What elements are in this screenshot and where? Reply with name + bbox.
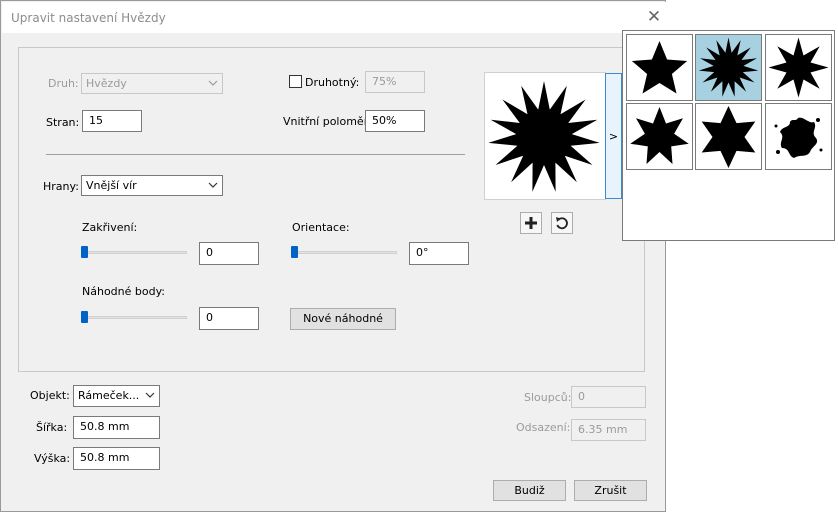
inner-radius-input[interactable]: 50% [365, 110, 425, 132]
height-label: Výška: [34, 452, 71, 465]
type-select[interactable]: Hvězdy [81, 73, 223, 94]
curvature-label: Zakřivení: [82, 221, 138, 234]
title-bar: Upravit nastavení Hvězdy ✕ [2, 2, 666, 33]
plus-icon [525, 217, 537, 229]
star-5-icon [631, 41, 688, 94]
cancel-button[interactable]: Zrušit [574, 480, 647, 501]
width-input[interactable]: 50.8 mm [73, 416, 160, 439]
gap-label: Odsazení: [516, 421, 571, 434]
preset-swirl-blob[interactable] [765, 103, 832, 170]
star-6-icon [701, 106, 756, 168]
ok-button[interactable]: Budiž [493, 480, 566, 501]
columns-label: Sloupců: [524, 391, 572, 404]
shape-preview [484, 72, 606, 200]
chevron-down-icon [145, 392, 155, 398]
close-icon[interactable]: ✕ [646, 8, 662, 26]
random-points-input[interactable]: 0 [199, 307, 259, 330]
star-8-icon [768, 37, 829, 98]
object-select[interactable]: Rámeček... [73, 385, 160, 407]
width-label: Šířka: [36, 421, 68, 434]
gap-input[interactable]: 6.35 mm [571, 419, 646, 441]
dialog-title: Upravit nastavení Hvězdy [11, 11, 166, 25]
sides-input[interactable]: 15 [82, 110, 142, 132]
type-select-value: Hvězdy [86, 77, 127, 90]
inner-radius-label: Vnitřní poloměr: [283, 115, 372, 128]
preset-palette [622, 30, 835, 241]
rotate-icon [556, 217, 568, 230]
swirl-blob-icon [774, 117, 823, 158]
height-input[interactable]: 50.8 mm [73, 447, 160, 470]
star-15-icon [698, 37, 759, 97]
preset-star-15[interactable] [695, 34, 762, 101]
random-points-label: Náhodné body: [82, 285, 165, 298]
orientation-label: Orientace: [292, 221, 350, 234]
curvature-input[interactable]: 0 [199, 242, 259, 265]
curvature-slider-thumb[interactable] [81, 246, 88, 258]
columns-input[interactable]: 0 [571, 386, 646, 408]
preset-star-6[interactable] [695, 103, 762, 170]
secondary-input[interactable]: 75% [365, 71, 425, 93]
reset-button[interactable] [551, 212, 573, 234]
edges-select-value: Vnější vír [86, 179, 137, 192]
chevron-down-icon [208, 182, 218, 188]
type-label: Druh: [48, 77, 79, 90]
chevron-down-icon [208, 80, 218, 86]
edges-select[interactable]: Vnější vír [81, 175, 223, 196]
orientation-slider-track[interactable] [292, 251, 397, 254]
preview-star-shape [488, 81, 600, 192]
secondary-label: Druhotný: [305, 76, 360, 89]
object-label: Objekt: [30, 389, 70, 402]
sides-label: Stran: [46, 116, 80, 129]
curvature-slider-track[interactable] [82, 251, 187, 254]
random-points-slider-thumb[interactable] [81, 311, 88, 323]
orientation-slider-thumb[interactable] [291, 246, 298, 258]
preset-star-5[interactable] [626, 34, 693, 101]
separator [46, 154, 465, 155]
preview-star-icon [488, 81, 600, 192]
new-random-button[interactable]: Nové náhodné [290, 308, 396, 330]
add-preset-button[interactable] [520, 212, 542, 234]
edges-label: Hrany: [43, 180, 79, 193]
random-points-slider-track[interactable] [82, 316, 187, 319]
star-7-icon [630, 107, 689, 164]
orientation-input[interactable]: 0° [409, 242, 469, 265]
preset-star-8[interactable] [765, 34, 832, 101]
object-select-value: Rámeček... [78, 389, 140, 402]
preset-star-7[interactable] [626, 103, 693, 170]
secondary-checkbox[interactable] [289, 75, 302, 88]
expand-presets-button[interactable]: > [605, 73, 622, 199]
